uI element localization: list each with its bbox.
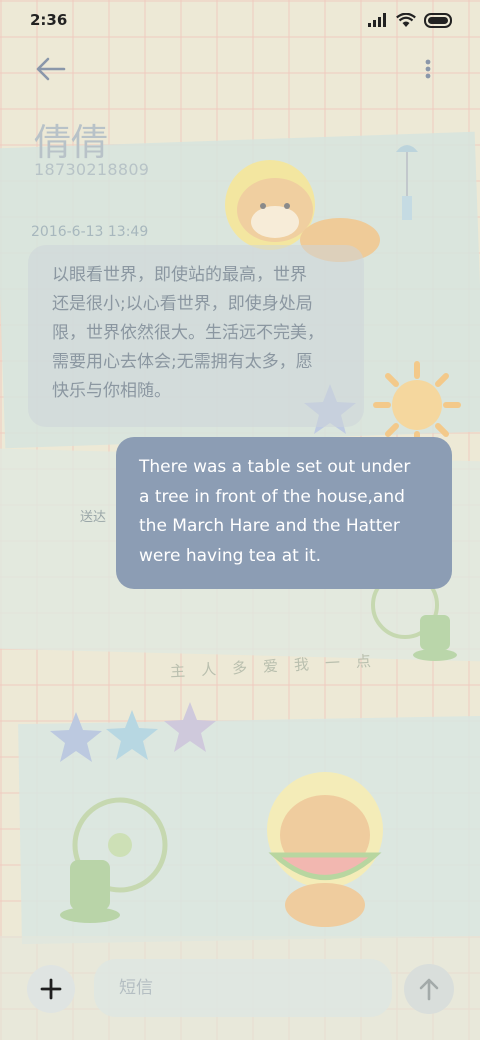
plus-icon <box>40 978 62 1000</box>
conversation-toolbar <box>0 48 480 90</box>
message-line: the March Hare and the Hatter <box>139 516 400 536</box>
outgoing-message-bubble[interactable]: There was a table set out under a tree i… <box>116 437 452 589</box>
message-line: 快乐与你相随。 <box>52 381 171 401</box>
message-timestamp: 2016-6-13 13:49 <box>31 224 149 240</box>
message-line: were having tea at it. <box>139 545 322 566</box>
battery-icon <box>424 12 452 28</box>
more-options-button[interactable] <box>418 54 438 84</box>
message-line: 需要用心去体会;无需拥有太多，愿 <box>52 352 313 372</box>
wind-chime-illustration <box>396 145 418 220</box>
contact-name: 倩倩 <box>34 121 108 164</box>
back-button[interactable] <box>34 54 70 84</box>
fan-illustration <box>60 797 168 923</box>
shiba-watermelon-illustration <box>267 772 383 927</box>
more-vertical-icon <box>425 59 431 79</box>
status-time: 2:36 <box>30 11 68 29</box>
delivery-status: 送达 <box>80 510 107 525</box>
send-button[interactable] <box>404 964 454 1014</box>
back-arrow-icon <box>36 57 66 81</box>
message-line: There was a table set out under <box>139 457 411 477</box>
add-attachment-button[interactable] <box>27 965 75 1013</box>
message-line: a tree in front of the house,and <box>139 486 405 507</box>
message-line: 还是很小;以心看世界，即使身处局 <box>52 294 313 314</box>
wifi-icon <box>396 12 416 27</box>
incoming-message-bubble[interactable]: 以眼看世界，即使站的最高，世界 还是很小;以心看世界，即使身处局 限，世界依然很… <box>28 245 364 427</box>
contact-number: 18730218809 <box>34 160 150 179</box>
sms-input[interactable] <box>94 959 392 1017</box>
send-arrow-icon <box>419 978 439 1001</box>
stars-illustration <box>50 702 216 762</box>
status-bar: 2:36 <box>0 0 480 40</box>
signal-icon <box>368 13 386 27</box>
message-line: 限，世界依然很大。生活远不完美， <box>52 323 324 343</box>
status-icons <box>368 12 454 28</box>
message-line: 以眼看世界，即使站的最高，世界 <box>52 265 307 285</box>
